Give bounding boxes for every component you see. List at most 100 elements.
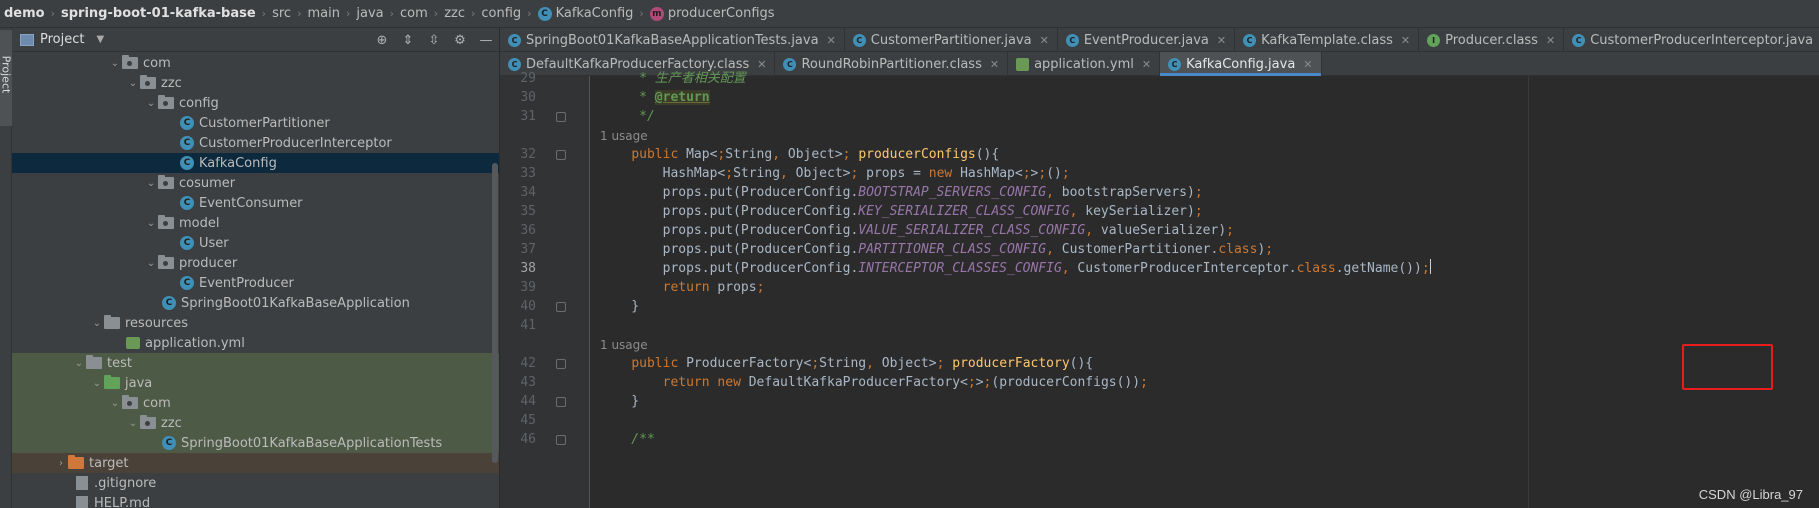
fold-marker-icon[interactable]: [556, 150, 566, 160]
breadcrumb-item-zzc[interactable]: zzc: [444, 6, 465, 21]
tree-node[interactable]: ⌄ config: [12, 93, 499, 113]
chevron-down-icon[interactable]: ▼: [96, 34, 104, 45]
fold-marker-icon[interactable]: [556, 397, 566, 407]
method-icon: [649, 6, 664, 21]
tree-node[interactable]: ⌄ model: [12, 213, 499, 233]
markdown-file-icon: [76, 496, 88, 508]
editor-tab[interactable]: Producer.class ✕: [1419, 28, 1565, 52]
close-icon[interactable]: ✕: [1401, 34, 1410, 47]
package-icon: [158, 215, 174, 229]
chevron-down-icon[interactable]: ⌄: [108, 58, 122, 69]
project-panel-title[interactable]: Project: [40, 32, 84, 47]
tree-node[interactable]: ⌄ java: [12, 373, 499, 393]
tree-node[interactable]: User: [12, 233, 499, 253]
breadcrumb-item-main[interactable]: main: [307, 6, 339, 21]
tree-node[interactable]: › target: [12, 453, 499, 473]
tree-node[interactable]: ⌄ resources: [12, 313, 499, 333]
fold-marker-icon[interactable]: [556, 359, 566, 369]
chevron-down-icon[interactable]: ⌄: [144, 98, 158, 109]
chevron-right-icon: ›: [527, 7, 532, 20]
editor-tab[interactable]: SpringBoot01KafkaBaseApplicationTests.ja…: [500, 28, 845, 52]
gear-icon[interactable]: ⚙: [447, 33, 473, 48]
tree-node[interactable]: CustomerPartitioner: [12, 113, 499, 133]
chevron-down-icon[interactable]: ⌄: [90, 318, 104, 329]
project-tool-button[interactable]: Project: [0, 30, 13, 126]
breadcrumb-item-class[interactable]: KafkaConfig: [537, 6, 633, 21]
breadcrumb-item-config[interactable]: config: [481, 6, 521, 21]
project-scrollbar[interactable]: [491, 53, 498, 493]
tree-node[interactable]: ⌄ com: [12, 393, 499, 413]
tree-node[interactable]: CustomerProducerInterceptor: [12, 133, 499, 153]
chevron-right-icon[interactable]: ›: [54, 458, 68, 469]
highlight-annotation-box: [1682, 344, 1773, 390]
chevron-down-icon[interactable]: ⌄: [90, 378, 104, 389]
code-line[interactable]: 31 */: [500, 106, 1819, 128]
chevron-right-icon: ›: [297, 7, 302, 20]
breadcrumb-item-java[interactable]: java: [356, 6, 383, 21]
chevron-right-icon: ›: [639, 7, 644, 20]
code-line[interactable]: 46 /**: [500, 429, 1819, 451]
close-icon[interactable]: ✕: [1217, 34, 1226, 47]
tree-node[interactable]: SpringBoot01KafkaBaseApplication: [12, 293, 499, 313]
tree-node-label: CustomerProducerInterceptor: [199, 135, 392, 151]
collapse-all-icon[interactable]: ⇳: [421, 33, 447, 48]
close-icon[interactable]: ✕: [827, 34, 836, 47]
fold-marker-icon[interactable]: [556, 435, 566, 445]
breadcrumb-item-com[interactable]: com: [400, 6, 428, 21]
tree-node-label: SpringBoot01KafkaBaseApplicationTests: [181, 435, 443, 451]
tree-node[interactable]: SpringBoot01KafkaBaseApplicationTests: [12, 433, 499, 453]
editor-tab[interactable]: CustomerPartitioner.java ✕: [845, 28, 1058, 52]
breadcrumb-label: config: [481, 6, 522, 21]
chevron-down-icon[interactable]: ⌄: [144, 218, 158, 229]
close-icon[interactable]: ✕: [1546, 34, 1555, 47]
tree-node[interactable]: application.yml: [12, 333, 499, 353]
chevron-down-icon[interactable]: ⌄: [108, 398, 122, 409]
tree-node-label: zzc: [161, 415, 182, 431]
hide-icon[interactable]: —: [473, 33, 499, 48]
locate-icon[interactable]: ⊕: [369, 33, 395, 48]
breadcrumb-item-project[interactable]: demo: [4, 6, 45, 21]
tree-node[interactable]: EventProducer: [12, 273, 499, 293]
tree-node-label: application.yml: [145, 335, 245, 351]
tree-node-label: CustomerPartitioner: [199, 115, 330, 131]
close-icon[interactable]: ✕: [1040, 34, 1049, 47]
scrollbar-thumb[interactable]: [492, 163, 498, 463]
class-icon: [180, 136, 194, 150]
tree-node[interactable]: HELP.md: [12, 493, 499, 508]
code-text: */: [600, 109, 655, 124]
code-text: /**: [600, 432, 655, 447]
tree-node-selected[interactable]: KafkaConfig: [12, 153, 499, 173]
text-cursor: [1429, 259, 1431, 274]
editor-tab[interactable]: KafkaTemplate.class ✕: [1235, 28, 1420, 52]
breadcrumb-item-module[interactable]: spring-boot-01-kafka-base: [61, 6, 256, 21]
tree-node[interactable]: .gitignore: [12, 473, 499, 493]
tree-node[interactable]: ⌄ producer: [12, 253, 499, 273]
class-icon: [537, 6, 552, 21]
chevron-down-icon[interactable]: ⌄: [126, 418, 140, 429]
fold-marker-icon[interactable]: [556, 302, 566, 312]
editor-tab[interactable]: CustomerProducerInterceptor.java✕: [1564, 28, 1819, 52]
chevron-down-icon[interactable]: ⌄: [144, 258, 158, 269]
tree-node[interactable]: ⌄ zzc: [12, 413, 499, 433]
breadcrumb-label: spring-boot-01-kafka-base: [61, 6, 256, 21]
tree-node[interactable]: ⌄ test: [12, 353, 499, 373]
tree-node-label: config: [179, 95, 219, 111]
tree-node-label: model: [179, 215, 220, 231]
chevron-down-icon[interactable]: ⌄: [144, 178, 158, 189]
expand-all-icon[interactable]: ⇕: [395, 33, 421, 48]
chevron-down-icon[interactable]: ⌄: [72, 358, 86, 369]
tree-node[interactable]: ⌄ zzc: [12, 73, 499, 93]
tree-node[interactable]: ⌄ cosumer: [12, 173, 499, 193]
fold-marker-icon[interactable]: [556, 112, 566, 122]
chevron-down-icon[interactable]: ⌄: [126, 78, 140, 89]
tree-node-label: EventProducer: [199, 275, 294, 291]
breadcrumb-item-method[interactable]: producerConfigs: [649, 6, 775, 21]
ide-window: demo › spring-boot-01-kafka-base › src ›…: [0, 0, 1819, 508]
code-line[interactable]: 41: [500, 315, 1819, 337]
editor-tab[interactable]: EventProducer.java ✕: [1058, 28, 1236, 52]
class-icon: [180, 276, 194, 290]
code-editor[interactable]: 1 usage 1 usage 29 * 生产者相关配置 30 * @return 31…: [500, 71, 1819, 508]
breadcrumb-item-src[interactable]: src: [272, 6, 291, 21]
tree-node[interactable]: EventConsumer: [12, 193, 499, 213]
tree-node[interactable]: ⌄ com: [12, 53, 499, 73]
